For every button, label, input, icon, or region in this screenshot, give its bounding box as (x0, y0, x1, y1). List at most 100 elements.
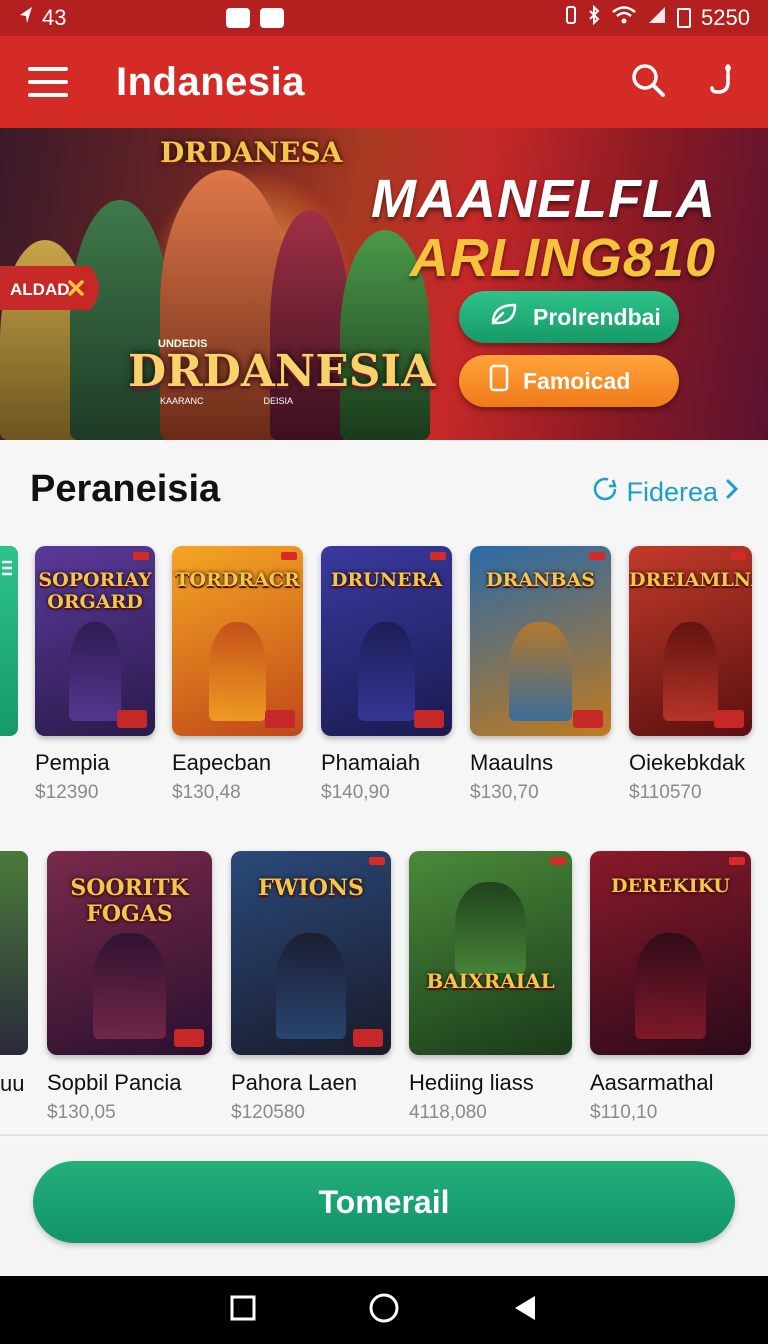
game-card-corner-badge (589, 552, 605, 560)
game-card-price: $130,05 (47, 1102, 116, 1123)
battery-icon (677, 8, 692, 28)
game-card-art: DREIAMLNA (629, 546, 752, 736)
refresh-icon (590, 474, 620, 511)
banner-primary-button-label: Prolrendbai (533, 303, 661, 330)
game-card-price: $130,70 (470, 782, 539, 803)
game-card-figure (509, 622, 572, 721)
game-card-corner-badge (133, 552, 149, 560)
game-card-figure (68, 622, 122, 721)
signal-icon (647, 5, 667, 31)
banner-logo-main: DRDANESIA (128, 346, 436, 397)
game-card-figure (275, 932, 347, 1039)
banner-logo-tag-left: KAARANC (160, 396, 204, 406)
menu-icon[interactable] (28, 67, 68, 97)
banner-badge-label: ALDAD (10, 280, 70, 299)
game-card-figure (454, 881, 527, 974)
game-card-logo: DEREKIKU (610, 875, 731, 898)
game-card-corner-badge (729, 857, 745, 865)
game-card-logo: DREIAMLNA (629, 568, 752, 591)
game-card-name: Eapecban (172, 750, 272, 775)
primary-cta-button[interactable]: Tomerail (33, 1161, 735, 1243)
wifi-icon (611, 5, 637, 31)
section-divider (0, 1134, 768, 1136)
back-icon[interactable] (511, 1293, 539, 1328)
game-card-name: Hediing liass (409, 1070, 534, 1095)
game-card-corner-badge (730, 552, 746, 560)
status-left: 43 (18, 5, 66, 31)
game-card-logo: FWIONS (258, 875, 364, 902)
game-card-tag (117, 710, 147, 728)
banner-headline: MAANELFLA ARLING810 (371, 169, 716, 289)
banner-secondary-button[interactable]: Famoicad (459, 355, 679, 407)
section-see-all-link[interactable]: Fiderea (590, 474, 740, 511)
game-card-price: $130,48 (172, 782, 241, 803)
banner-headline-line2: ARLING810 (409, 228, 716, 289)
game-card-tag (414, 710, 444, 728)
game-card-corner-badge (550, 857, 566, 865)
notification-icons (226, 8, 285, 28)
search-icon[interactable] (630, 62, 666, 103)
game-card-corner-badge (369, 857, 385, 865)
game-card-name: Phamaiah (321, 750, 421, 775)
chevron-right-icon (724, 477, 740, 508)
status-bar: 43 5250 (0, 0, 768, 36)
hero-banner[interactable]: ALDAD DRDANESA UNDEDIS DRDANESIA KAARANC… (0, 128, 768, 440)
game-card-logo: SOORITK FOGAS (70, 875, 189, 928)
game-card-art: FWIONS (231, 851, 391, 1055)
section-link-label: Fiderea (626, 477, 718, 507)
list-icon (2, 560, 12, 576)
phone-icon (489, 364, 509, 398)
bluetooth-icon (587, 4, 601, 31)
app-bar-actions (630, 62, 740, 103)
game-card-tag (573, 710, 603, 728)
game-card-price: $12390 (35, 782, 99, 803)
banner-badge[interactable]: ALDAD (0, 266, 110, 310)
partial-card-left-row1[interactable] (0, 546, 18, 736)
app-notification-icon (260, 8, 285, 28)
microphone-icon[interactable] (710, 62, 740, 103)
game-card-tag (174, 1029, 204, 1047)
game-card-art: DEREKIKU (590, 851, 751, 1055)
game-card-tag (353, 1029, 383, 1047)
game-card-art: TORDRACR (172, 546, 303, 736)
game-card-tag (265, 710, 295, 728)
banner-logo-tags: KAARANC DEISIA (160, 396, 293, 406)
game-card-figure (635, 932, 706, 1039)
game-card-logo: DRANBAS (486, 568, 595, 591)
game-card-name: Pahora Laen (231, 1070, 357, 1095)
app-bar: Indanesia (0, 36, 768, 128)
status-right-text: 5250 (701, 5, 750, 30)
game-card-art: SOPORIAY ORGARD (35, 546, 155, 736)
game-card-name: Maaulns (470, 750, 554, 775)
game-card-name: Pempia (35, 750, 110, 775)
banner-logo-top: DRDANESA (160, 136, 343, 169)
game-card-figure (663, 622, 718, 721)
game-card-logo: TORDRACR (175, 568, 300, 591)
status-right: 5250 (565, 4, 750, 31)
game-card-corner-badge (430, 552, 446, 560)
banner-headline-line1: MAANELFLA (371, 169, 716, 229)
banner-secondary-button-label: Famoicad (523, 367, 631, 394)
system-nav-bar (0, 1276, 768, 1344)
game-card-art: DRUNERA (321, 546, 452, 736)
games-section: Peraneisia Fiderea SOPORIAY ORGARD Pempi… (0, 440, 768, 1145)
app-title: Indanesia (116, 59, 306, 104)
game-card-figure (357, 622, 416, 721)
home-icon[interactable] (367, 1291, 401, 1330)
media-icon (226, 8, 251, 28)
game-card-name: Oiekebkdak (629, 750, 746, 775)
game-card-figure (208, 622, 267, 721)
game-card-art: SOORITK FOGAS (47, 851, 212, 1055)
banner-primary-button[interactable]: Prolrendbai (459, 291, 679, 343)
game-card-name: Aasarmathal (590, 1070, 714, 1095)
location-icon (18, 5, 34, 31)
game-card-corner-badge (281, 552, 297, 560)
game-card-price: $120580 (231, 1102, 305, 1123)
recent-apps-icon[interactable] (229, 1294, 257, 1327)
game-card-logo: DRUNERA (330, 568, 443, 591)
vibrate-icon (565, 5, 577, 31)
game-card-art: BAIXRAIAL (409, 851, 572, 1055)
partial-card-left-row2[interactable] (0, 851, 28, 1055)
game-card-price: $110,10 (590, 1102, 658, 1123)
game-card-price: $110570 (629, 782, 702, 803)
